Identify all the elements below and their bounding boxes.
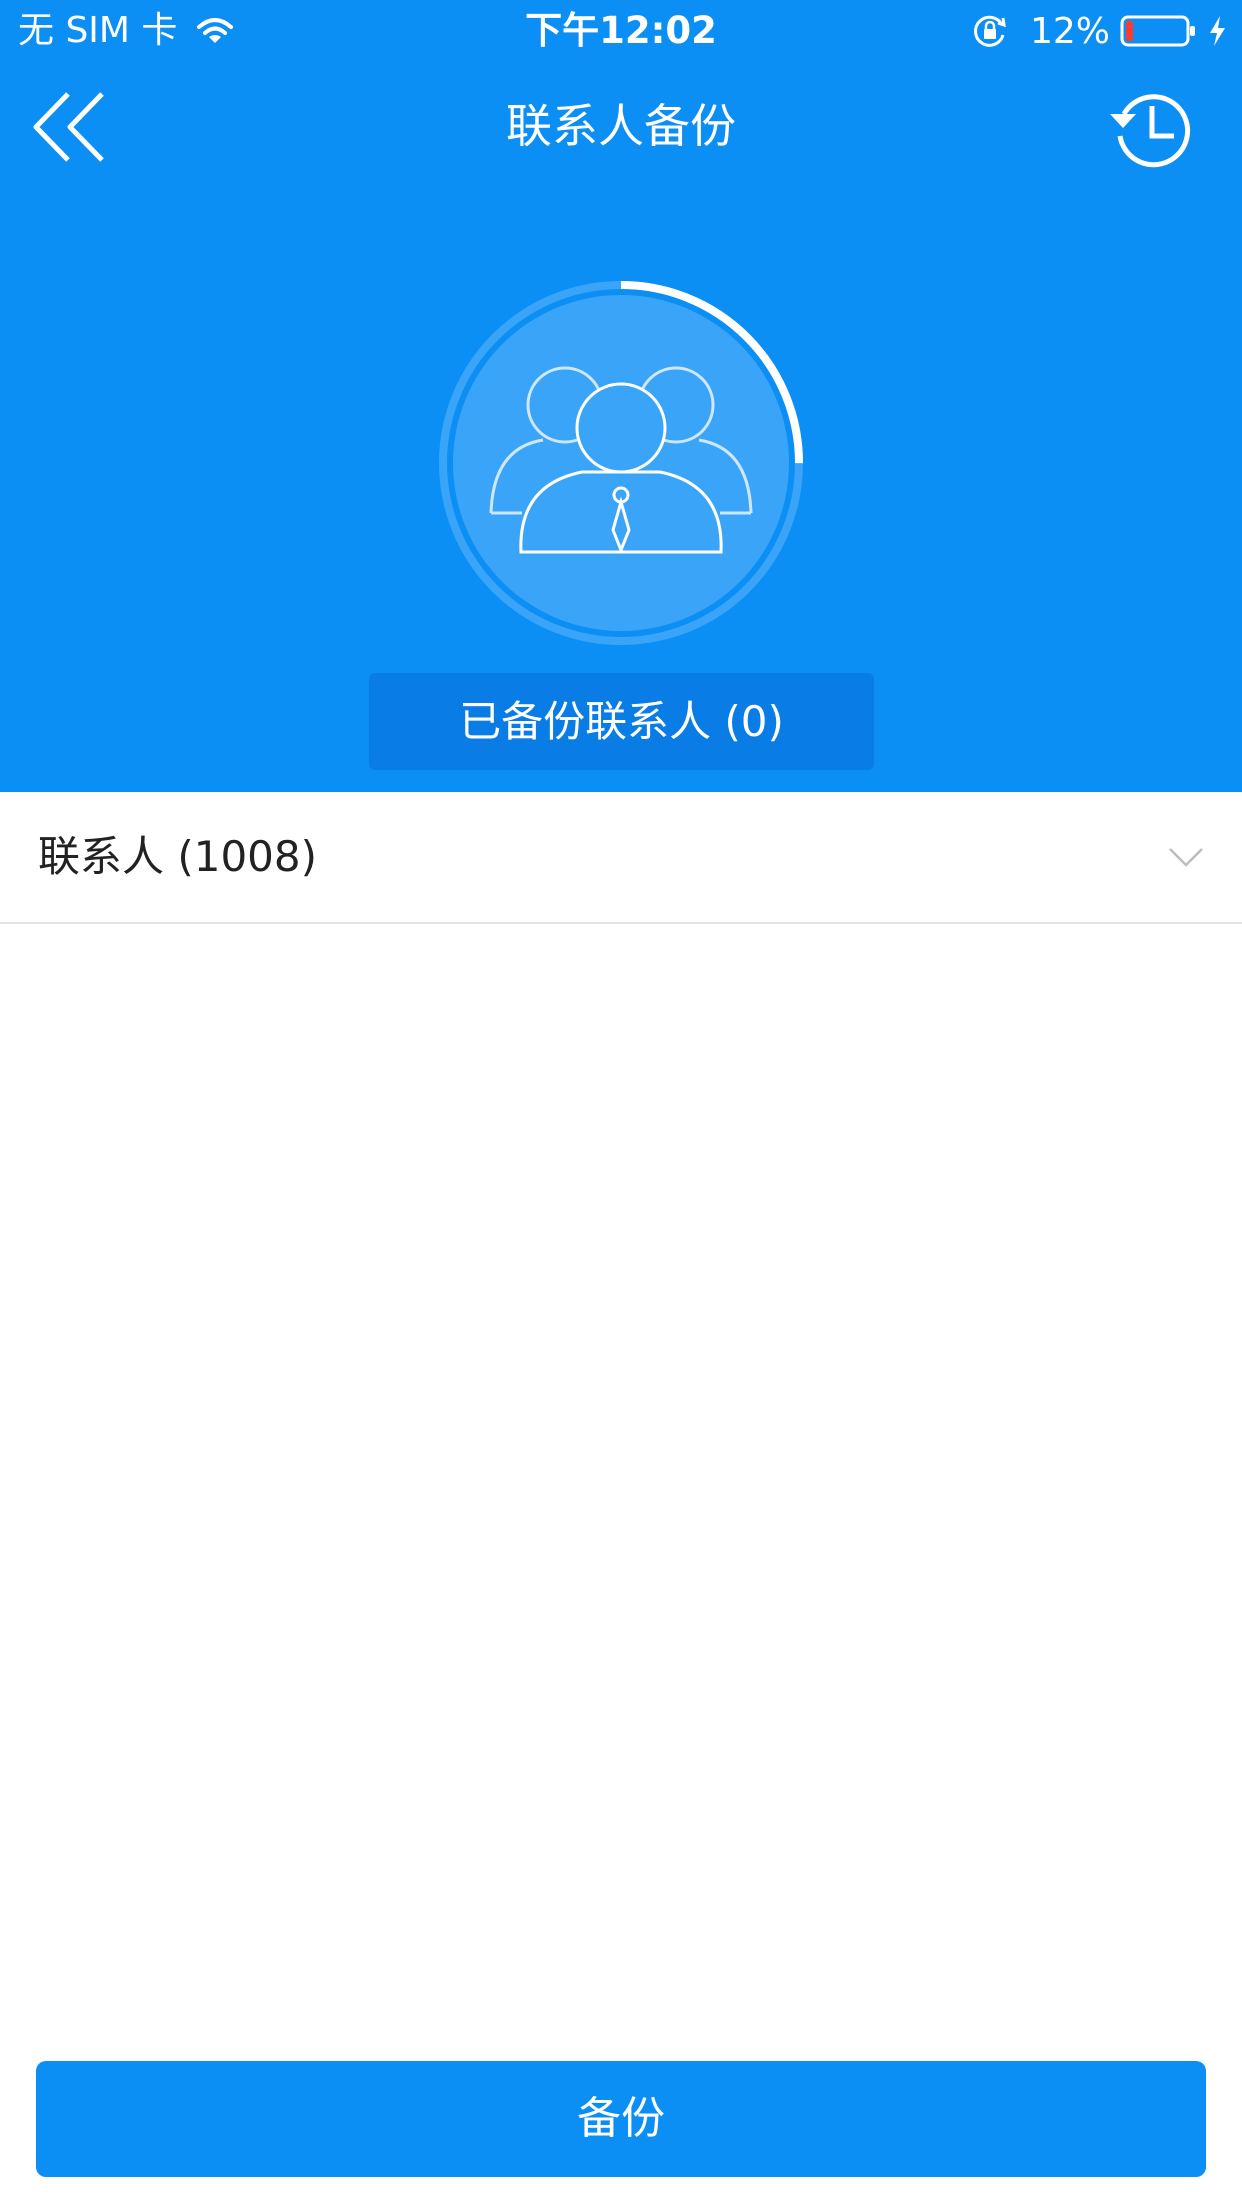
header-banner: 无 SIM 卡 下午12:02 12% 联系人备份 已备份联系人 (0) bbox=[0, 0, 1242, 792]
history-button[interactable] bbox=[1106, 84, 1198, 176]
page-title: 联系人备份 bbox=[506, 99, 736, 153]
chevron-down-icon bbox=[1169, 848, 1203, 867]
contacts-row[interactable]: 联系人 (1008) bbox=[0, 792, 1242, 924]
status-right: 12% bbox=[972, 8, 1228, 54]
backed-up-contacts-button[interactable]: 已备份联系人 (0) bbox=[369, 673, 874, 770]
contacts-group-icon bbox=[489, 366, 753, 555]
navigation-bar: 联系人备份 bbox=[0, 62, 1242, 192]
contacts-row-label: 联系人 (1008) bbox=[38, 832, 318, 881]
backup-progress-ring bbox=[438, 280, 804, 646]
backup-button[interactable]: 备份 bbox=[36, 2061, 1206, 2177]
rotation-lock-icon bbox=[973, 15, 1006, 47]
history-clock-icon bbox=[1110, 94, 1191, 168]
status-bar: 无 SIM 卡 下午12:02 12% bbox=[0, 0, 1242, 62]
battery-icon bbox=[1120, 15, 1195, 47]
charging-icon bbox=[1210, 16, 1225, 46]
battery-percent: 12% bbox=[1029, 10, 1110, 52]
